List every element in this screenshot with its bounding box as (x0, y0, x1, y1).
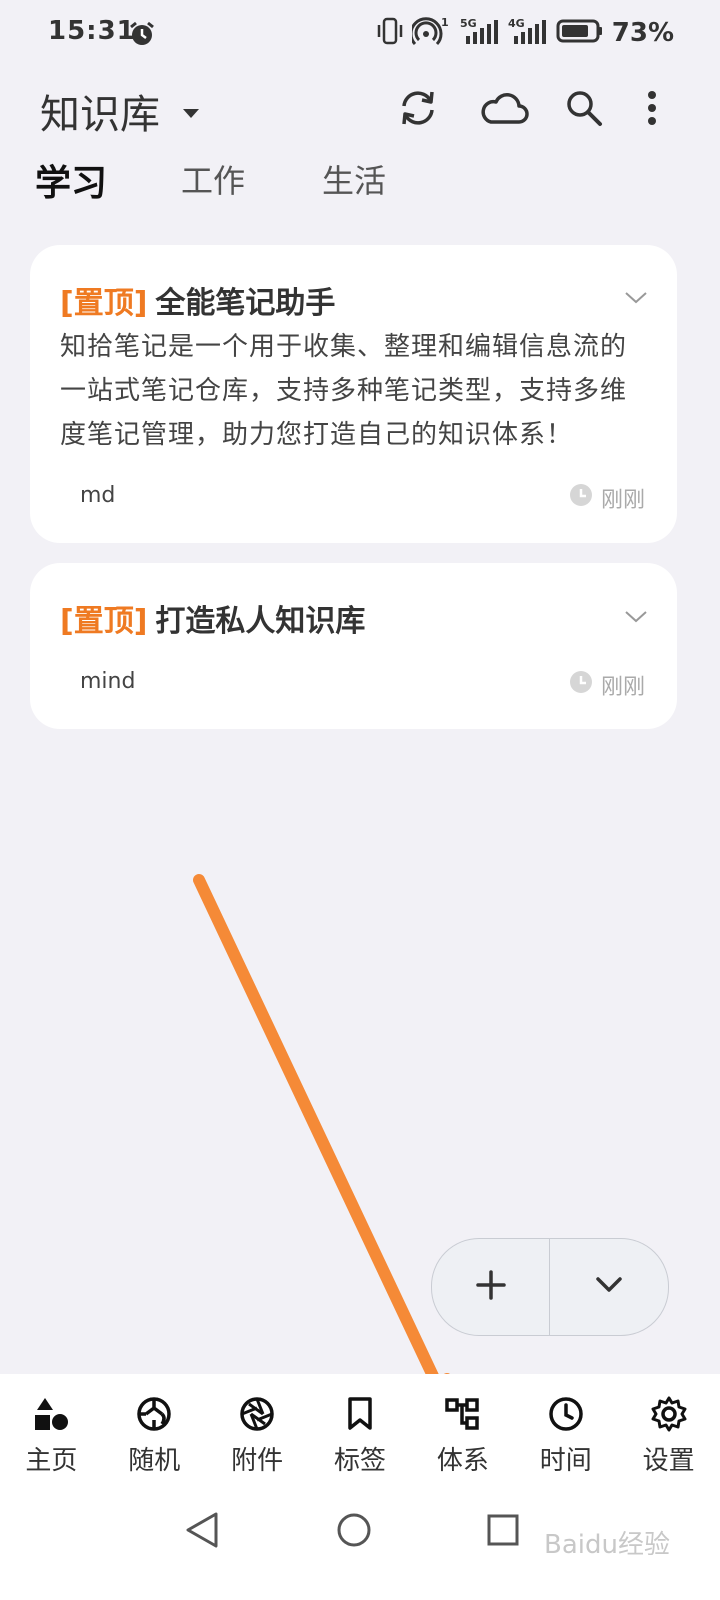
hotspot-badge: 1 (441, 16, 449, 29)
hierarchy-icon (445, 1396, 481, 1432)
clock-icon (548, 1396, 584, 1432)
nav-random[interactable]: 随机 (103, 1374, 206, 1494)
pinned-tag: [置顶] (60, 286, 148, 321)
library-title[interactable]: 知识库 (40, 82, 160, 140)
add-note-button[interactable] (432, 1239, 550, 1335)
expand-chevron-icon[interactable] (625, 609, 647, 628)
cloud-button[interactable] (479, 86, 529, 134)
chevron-down-icon (596, 1277, 622, 1297)
nav-label: 随机 (128, 1446, 181, 1476)
annotation-arrow (193, 874, 460, 1417)
back-icon[interactable] (184, 1510, 220, 1554)
note-summary: 知拾笔记是一个用于收集、整理和编辑信息流的一站式笔记仓库，支持多种笔记类型，支持… (60, 332, 628, 450)
more-button[interactable] (628, 86, 676, 134)
note-title-text: 全能笔记助手 (155, 286, 336, 321)
alarm-icon (128, 20, 156, 52)
clock-icon (569, 670, 593, 700)
nav-time[interactable]: 时间 (514, 1374, 617, 1494)
signal-5g-icon: 5G (460, 16, 500, 50)
sync-button[interactable] (394, 86, 442, 134)
note-card[interactable]: [置顶] 全能笔记助手 知拾笔记是一个用于收集、整理和编辑信息流的一站式笔记仓库，… (30, 245, 677, 543)
aperture-icon (239, 1396, 275, 1432)
note-time-text: 刚刚 (600, 488, 645, 513)
category-tabs: 学习 工作 生活 (0, 156, 720, 208)
nav-home[interactable]: 主页 (0, 1374, 103, 1494)
tab-study[interactable]: 学习 (35, 154, 107, 206)
search-button[interactable] (560, 86, 608, 134)
cloud-icon (479, 90, 529, 130)
nav-hierarchy[interactable]: 体系 (411, 1374, 514, 1494)
nav-label: 体系 (436, 1446, 489, 1476)
home-shapes-icon (33, 1396, 69, 1432)
recents-square-icon[interactable] (486, 1510, 520, 1554)
tab-life[interactable]: 生活 (322, 156, 386, 202)
gear-icon (651, 1396, 687, 1432)
nav-label: 时间 (539, 1446, 592, 1476)
watermark: Baidu经验 (544, 1530, 670, 1560)
floating-action-group (431, 1238, 669, 1336)
expand-chevron-icon[interactable] (625, 290, 647, 309)
note-title: [置顶] 全能笔记助手 (60, 278, 335, 322)
note-time: 刚刚 (569, 482, 645, 514)
nav-tags[interactable]: 标签 (309, 1374, 412, 1494)
random-icon (136, 1396, 172, 1432)
clock-icon (569, 483, 593, 513)
hotspot-icon: 1 (409, 16, 452, 50)
more-vertical-icon (647, 90, 657, 130)
nav-label: 附件 (231, 1446, 284, 1476)
note-time: 刚刚 (569, 669, 645, 701)
note-title: [置顶] 打造私人知识库 (60, 596, 365, 640)
battery-percentage: 73% (611, 18, 674, 48)
note-type-tag[interactable]: mind (80, 669, 135, 694)
status-icons: 1 5G 4G 73% (376, 16, 674, 50)
add-options-button[interactable] (550, 1239, 668, 1335)
sync-icon (396, 88, 440, 132)
pinned-tag: [置顶] (60, 604, 148, 639)
system-navigation-bar: Baidu经验 (0, 1494, 720, 1600)
note-type-tag[interactable]: md (80, 483, 115, 508)
nav-label: 标签 (334, 1446, 387, 1476)
caret-down-icon[interactable] (183, 104, 199, 123)
vibrate-icon (376, 16, 404, 50)
search-icon (565, 89, 603, 131)
note-title-text: 打造私人知识库 (155, 604, 366, 639)
battery-icon (556, 16, 604, 50)
bookmark-icon (346, 1396, 374, 1432)
signal-4g-icon: 4G (508, 16, 548, 50)
note-time-text: 刚刚 (600, 675, 645, 700)
note-card[interactable]: [置顶] 打造私人知识库 mind 刚刚 (30, 563, 677, 729)
signal-4g-label: 4G (508, 17, 525, 30)
tab-work[interactable]: 工作 (181, 156, 245, 202)
plus-icon (475, 1269, 507, 1305)
bottom-navigation: 主页 随机 附件 标签 体系 时间 设置 (0, 1374, 720, 1494)
nav-settings[interactable]: 设置 (617, 1374, 720, 1494)
status-time: 15:31 (48, 16, 136, 46)
nav-label: 主页 (25, 1446, 78, 1476)
nav-attachments[interactable]: 附件 (206, 1374, 309, 1494)
home-circle-icon[interactable] (335, 1510, 373, 1554)
nav-label: 设置 (642, 1446, 695, 1476)
status-bar: 15:31 1 5G 4G 73% (0, 0, 720, 68)
signal-5g-label: 5G (460, 17, 477, 30)
app-header: 知识库 (0, 78, 720, 140)
